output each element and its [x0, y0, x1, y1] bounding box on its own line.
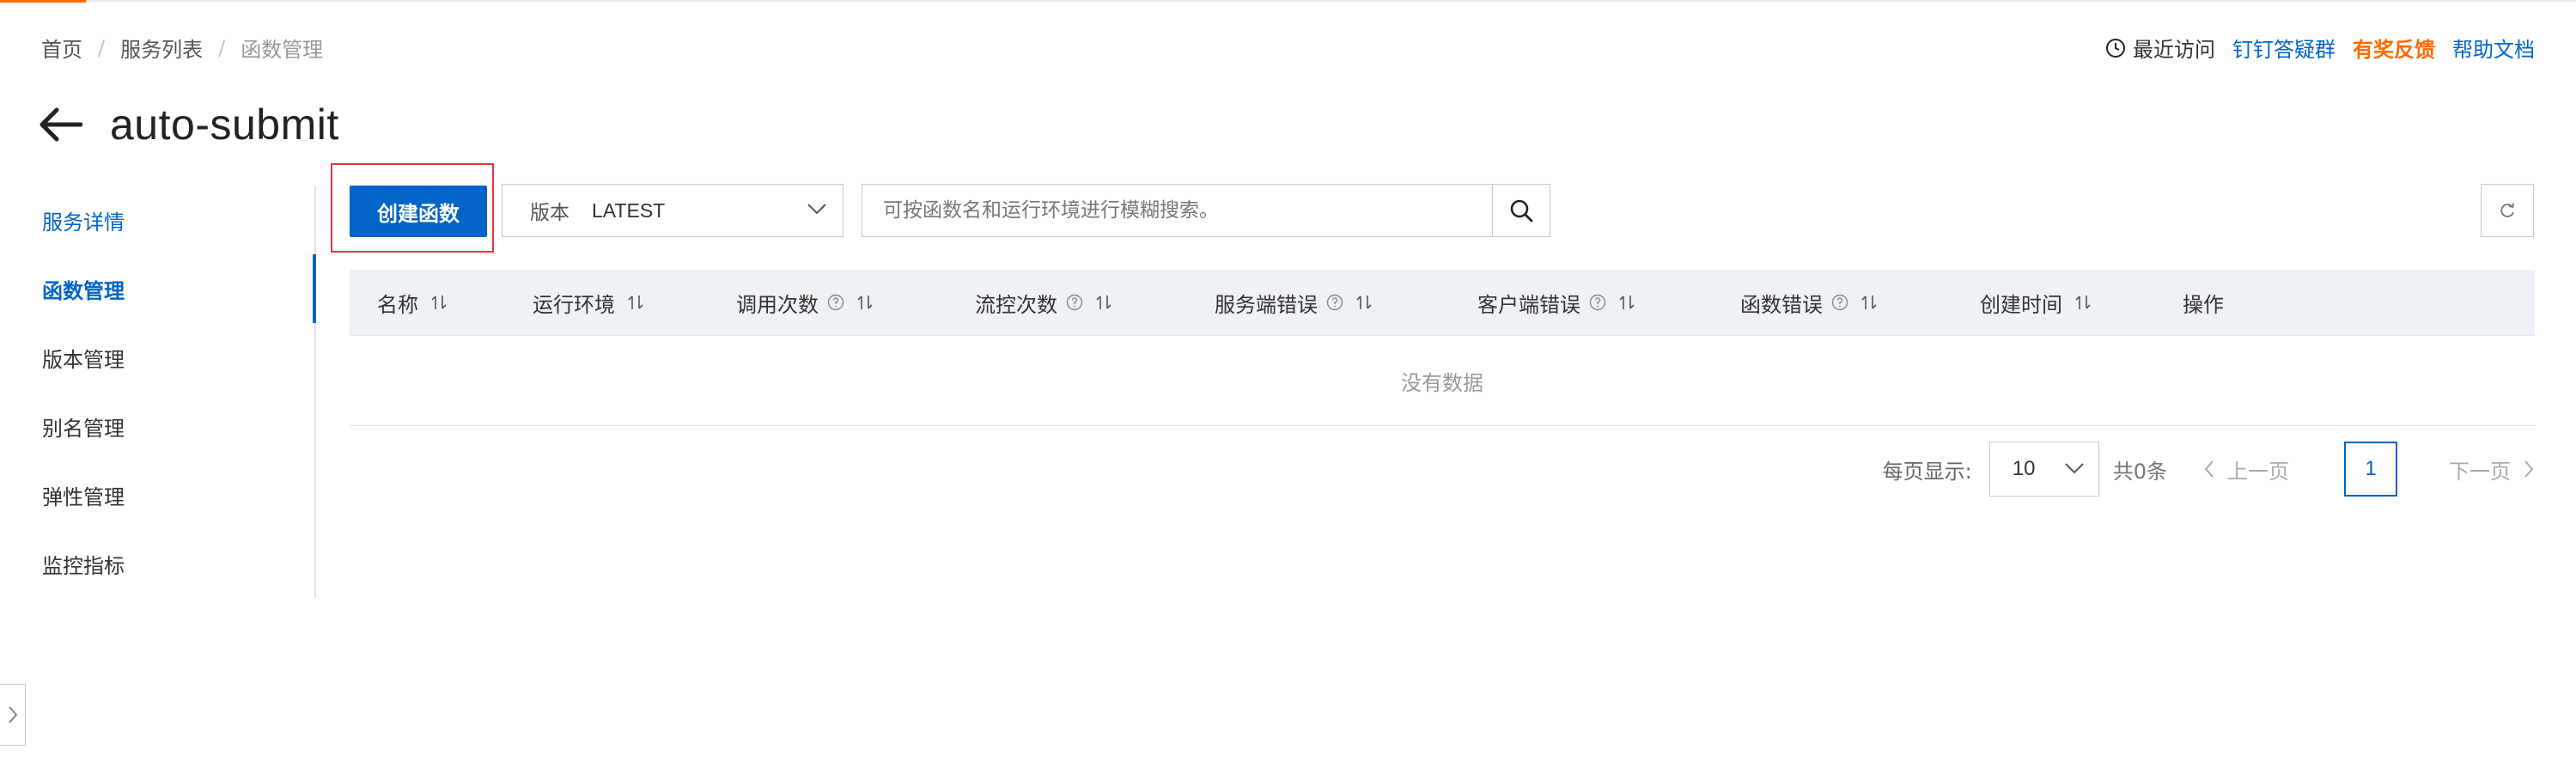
help-circle-icon[interactable]: [827, 294, 844, 311]
column-label: 运行环境: [533, 292, 615, 317]
chevron-right-icon: [8, 706, 17, 723]
sidebar: 服务详情 函数管理 版本管理 别名管理 弹性管理 监控指标: [0, 186, 316, 598]
header-links: 最近访问 钉钉答疑群 有奖反馈 帮助文档: [2105, 33, 2535, 63]
search-icon: [1510, 199, 1533, 222]
breadcrumb-separator: /: [218, 35, 226, 60]
chevron-left-icon: [2204, 460, 2214, 478]
clock-icon: [2106, 38, 2125, 58]
prev-page-label: 上一页: [2227, 459, 2289, 484]
help-circle-icon[interactable]: [1589, 294, 1606, 311]
column-label: 流控次数: [975, 292, 1057, 317]
column-label: 服务端错误: [1215, 292, 1318, 317]
column-header-actions: 操作: [2183, 270, 2224, 335]
page-number-button[interactable]: 1: [2344, 442, 2397, 497]
column-label: 名称: [377, 292, 418, 317]
column-header-client-errors: 客户端错误: [1477, 270, 1635, 335]
breadcrumb-separator: /: [98, 35, 106, 60]
dingtalk-group-link[interactable]: 钉钉答疑群: [2232, 33, 2335, 63]
sidebar-item-version-management[interactable]: 版本管理: [0, 323, 314, 392]
sort-icon[interactable]: [1618, 294, 1635, 311]
create-function-button[interactable]: 创建函数: [350, 186, 487, 237]
column-label: 创建时间: [1980, 292, 2062, 317]
sidebar-item-service-details[interactable]: 服务详情: [0, 186, 314, 254]
feedback-link[interactable]: 有奖反馈: [2353, 33, 2435, 63]
sort-icon[interactable]: [430, 294, 448, 311]
sort-icon[interactable]: [1355, 294, 1373, 311]
recent-visits-button[interactable]: 最近访问: [2105, 33, 2215, 63]
table-empty-state: 没有数据: [350, 336, 2535, 426]
refresh-button[interactable]: [2481, 184, 2534, 237]
column-header-server-errors: 服务端错误: [1215, 270, 1373, 335]
top-accent-bar: [0, 0, 86, 3]
breadcrumb-home[interactable]: 首页: [41, 33, 82, 63]
column-header-runtime: 运行环境: [533, 270, 644, 335]
column-header-invocations: 调用次数: [736, 270, 874, 335]
top-border: [0, 0, 2576, 3]
help-circle-icon[interactable]: [1066, 294, 1083, 311]
breadcrumb: 首页 / 服务列表 / 函数管理: [41, 33, 323, 63]
sort-icon[interactable]: [2074, 294, 2092, 311]
column-label: 调用次数: [736, 292, 819, 317]
help-docs-link[interactable]: 帮助文档: [2452, 33, 2535, 63]
prev-page-button[interactable]: 上一页: [2203, 454, 2289, 485]
sidebar-item-function-management[interactable]: 函数管理: [0, 254, 316, 323]
sort-icon[interactable]: [1095, 294, 1112, 311]
next-page-label: 下一页: [2449, 459, 2511, 484]
column-label: 客户端错误: [1477, 292, 1580, 317]
sidebar-item-alias-management[interactable]: 别名管理: [0, 392, 314, 460]
column-label: 操作: [2183, 292, 2224, 317]
chevron-right-icon: [2524, 460, 2534, 478]
breadcrumb-current: 函数管理: [241, 38, 324, 62]
column-header-created-time: 创建时间: [1980, 270, 2092, 335]
back-arrow-icon[interactable]: [38, 101, 86, 149]
chevron-down-icon: [2065, 463, 2084, 474]
search-box: [862, 184, 1550, 237]
column-label: 函数错误: [1740, 292, 1823, 317]
page-title: auto-submit: [110, 101, 339, 149]
chevron-down-icon: [807, 204, 826, 215]
sidebar-item-monitoring-metrics[interactable]: 监控指标: [0, 529, 314, 598]
pagination: 每页显示: 10 共0条 上一页 1 下一页: [1883, 442, 2535, 497]
page-size-label: 每页显示:: [1882, 459, 1972, 484]
sidebar-expand-toggle[interactable]: [0, 684, 26, 746]
column-header-function-errors: 函数错误: [1740, 270, 1878, 335]
recent-visits-label: 最近访问: [2133, 38, 2215, 62]
sort-icon[interactable]: [1860, 294, 1878, 311]
breadcrumb-service-list[interactable]: 服务列表: [120, 33, 203, 63]
sort-icon[interactable]: [856, 294, 874, 311]
help-circle-icon[interactable]: [1326, 294, 1343, 311]
version-label: 版本: [530, 202, 569, 224]
search-button[interactable]: [1492, 185, 1550, 236]
sort-icon[interactable]: [627, 294, 644, 311]
version-select[interactable]: 版本 LATEST: [502, 184, 843, 237]
page-size-value: 10: [2012, 457, 2036, 480]
column-header-throttles: 流控次数: [975, 270, 1112, 335]
column-header-name: 名称: [377, 270, 448, 335]
search-input[interactable]: [862, 185, 1492, 236]
table-header: 名称 运行环境 调用次数 流控次数 服务端错误 客户端错误 函数错误 创建时间 …: [350, 270, 2535, 336]
sidebar-item-elastic-management[interactable]: 弹性管理: [0, 460, 314, 529]
next-page-button[interactable]: 下一页: [2449, 454, 2535, 485]
help-circle-icon[interactable]: [1831, 294, 1848, 311]
title-row: auto-submit: [38, 94, 339, 155]
page-size-select[interactable]: 10: [1988, 442, 2099, 497]
total-count: 共0条: [2112, 459, 2167, 484]
refresh-icon: [2500, 203, 2514, 217]
version-value: LATEST: [592, 198, 666, 222]
